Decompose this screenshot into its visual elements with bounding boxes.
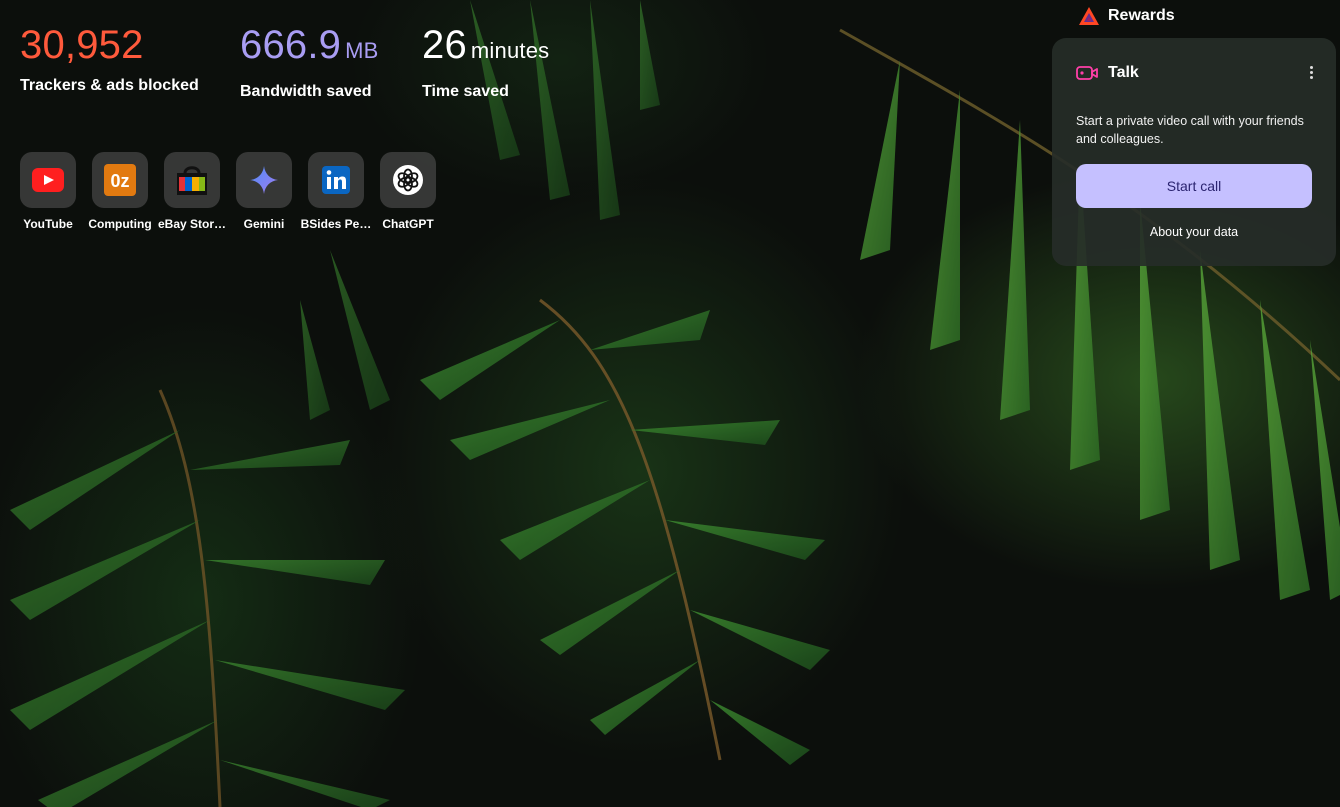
top-site-ebay-store[interactable]: eBay Stor… [156,152,228,231]
talk-description: Start a private video call with your fri… [1076,114,1304,146]
time-label: Time saved [422,83,509,100]
top-site-bsides[interactable]: BSides Pe… [300,152,372,231]
bandwidth-label: Bandwidth saved [240,83,372,100]
bandwidth-value: 666.9 [240,23,342,67]
talk-card: Talk Start a private video call with you… [1052,38,1336,266]
video-camera-icon [1076,66,1098,80]
chatgpt-icon [393,165,423,195]
stat-bandwidth-saved: 666.9 MB Bandwidth saved [240,22,379,101]
time-value-row: 26 minutes [422,22,549,74]
rewards-widget[interactable]: Rewards [1078,6,1175,26]
linkedin-icon [322,166,350,194]
gemini-icon [250,166,278,194]
top-site-tile[interactable] [236,152,292,208]
oz-icon: 0z [104,164,136,196]
top-site-label: ChatGPT [382,217,434,231]
bandwidth-unit: MB [345,38,379,63]
bandwidth-value-row: 666.9 MB [240,22,379,74]
top-sites: YouTube 0z Computing eBay Stor… Gemini B… [12,152,444,231]
start-call-button[interactable]: Start call [1076,164,1312,208]
youtube-icon [32,168,64,192]
more-vertical-icon[interactable] [1308,64,1314,84]
top-site-tile[interactable] [380,152,436,208]
talk-header: Talk [1076,64,1139,82]
stat-time-saved: 26 minutes Time saved [422,22,549,101]
trackers-label: Trackers & ads blocked [20,77,199,94]
top-site-label: eBay Stor… [157,217,227,231]
top-site-tile[interactable] [20,152,76,208]
talk-title: Talk [1108,64,1139,81]
ebay-store-icon [177,166,207,195]
top-site-tile[interactable] [308,152,364,208]
about-your-data-link[interactable]: About your data [1076,225,1312,239]
top-site-label: Gemini [243,217,285,231]
top-site-youtube[interactable]: YouTube [12,152,84,231]
stat-trackers-blocked: 30,952 Trackers & ads blocked [20,22,199,95]
top-site-gemini[interactable]: Gemini [228,152,300,231]
time-unit: minutes [470,38,550,63]
top-site-chatgpt[interactable]: ChatGPT [372,152,444,231]
time-value: 26 [422,23,467,67]
top-site-tile[interactable] [164,152,220,208]
top-site-computing[interactable]: 0z Computing [84,152,156,231]
rewards-label: Rewards [1108,7,1175,24]
trackers-count: 30,952 [20,23,144,67]
top-site-label: YouTube [23,217,73,231]
top-site-label: Computing [88,217,152,231]
bat-triangle-icon [1079,7,1099,25]
top-site-label: BSides Pe… [300,217,372,231]
top-site-tile[interactable]: 0z [92,152,148,208]
svg-text:0z: 0z [110,171,129,191]
